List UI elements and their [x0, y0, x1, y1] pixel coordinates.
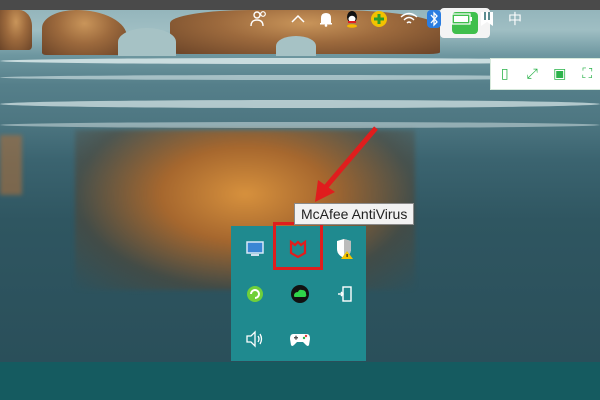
green-refresh-icon[interactable]: [240, 279, 270, 309]
input-method-indicator[interactable]: 中: [504, 0, 526, 38]
rock: [42, 10, 127, 55]
wave: [0, 100, 600, 108]
rock-arch: [276, 36, 316, 56]
green-plus-icon[interactable]: [367, 0, 391, 38]
battery-icon[interactable]: [449, 0, 475, 38]
people-icon[interactable]: [246, 0, 272, 38]
save-icon[interactable]: ▣: [546, 59, 574, 89]
rock-reflection: [0, 135, 22, 195]
bell-icon[interactable]: [314, 0, 338, 38]
speaker-icon[interactable]: [240, 324, 270, 354]
device-icon[interactable]: [330, 279, 360, 309]
security-warning-icon[interactable]: [329, 234, 359, 264]
floating-toolbar: ▯ ⤢ ▣ ⛶: [490, 58, 600, 90]
wifi-icon[interactable]: [397, 0, 421, 38]
bookmark-icon[interactable]: [476, 0, 498, 38]
phone-icon[interactable]: ▯: [491, 59, 519, 89]
highlight-box: [273, 222, 323, 270]
green-cloud-icon[interactable]: [285, 279, 315, 309]
rock-arch: [118, 28, 176, 56]
expand-icon[interactable]: ⤢: [519, 59, 547, 89]
tooltip: McAfee AntiVirus: [294, 203, 415, 225]
bluetooth-icon[interactable]: [423, 0, 445, 38]
fullscreen-icon[interactable]: ⛶: [574, 59, 600, 89]
wave: [0, 122, 600, 128]
network-monitor-icon[interactable]: [240, 234, 270, 264]
qq-icon[interactable]: [340, 0, 364, 38]
taskbar: [0, 362, 600, 400]
rock: [0, 10, 32, 50]
chevron-up-icon[interactable]: [287, 0, 309, 38]
gamepad-icon[interactable]: [285, 324, 315, 354]
